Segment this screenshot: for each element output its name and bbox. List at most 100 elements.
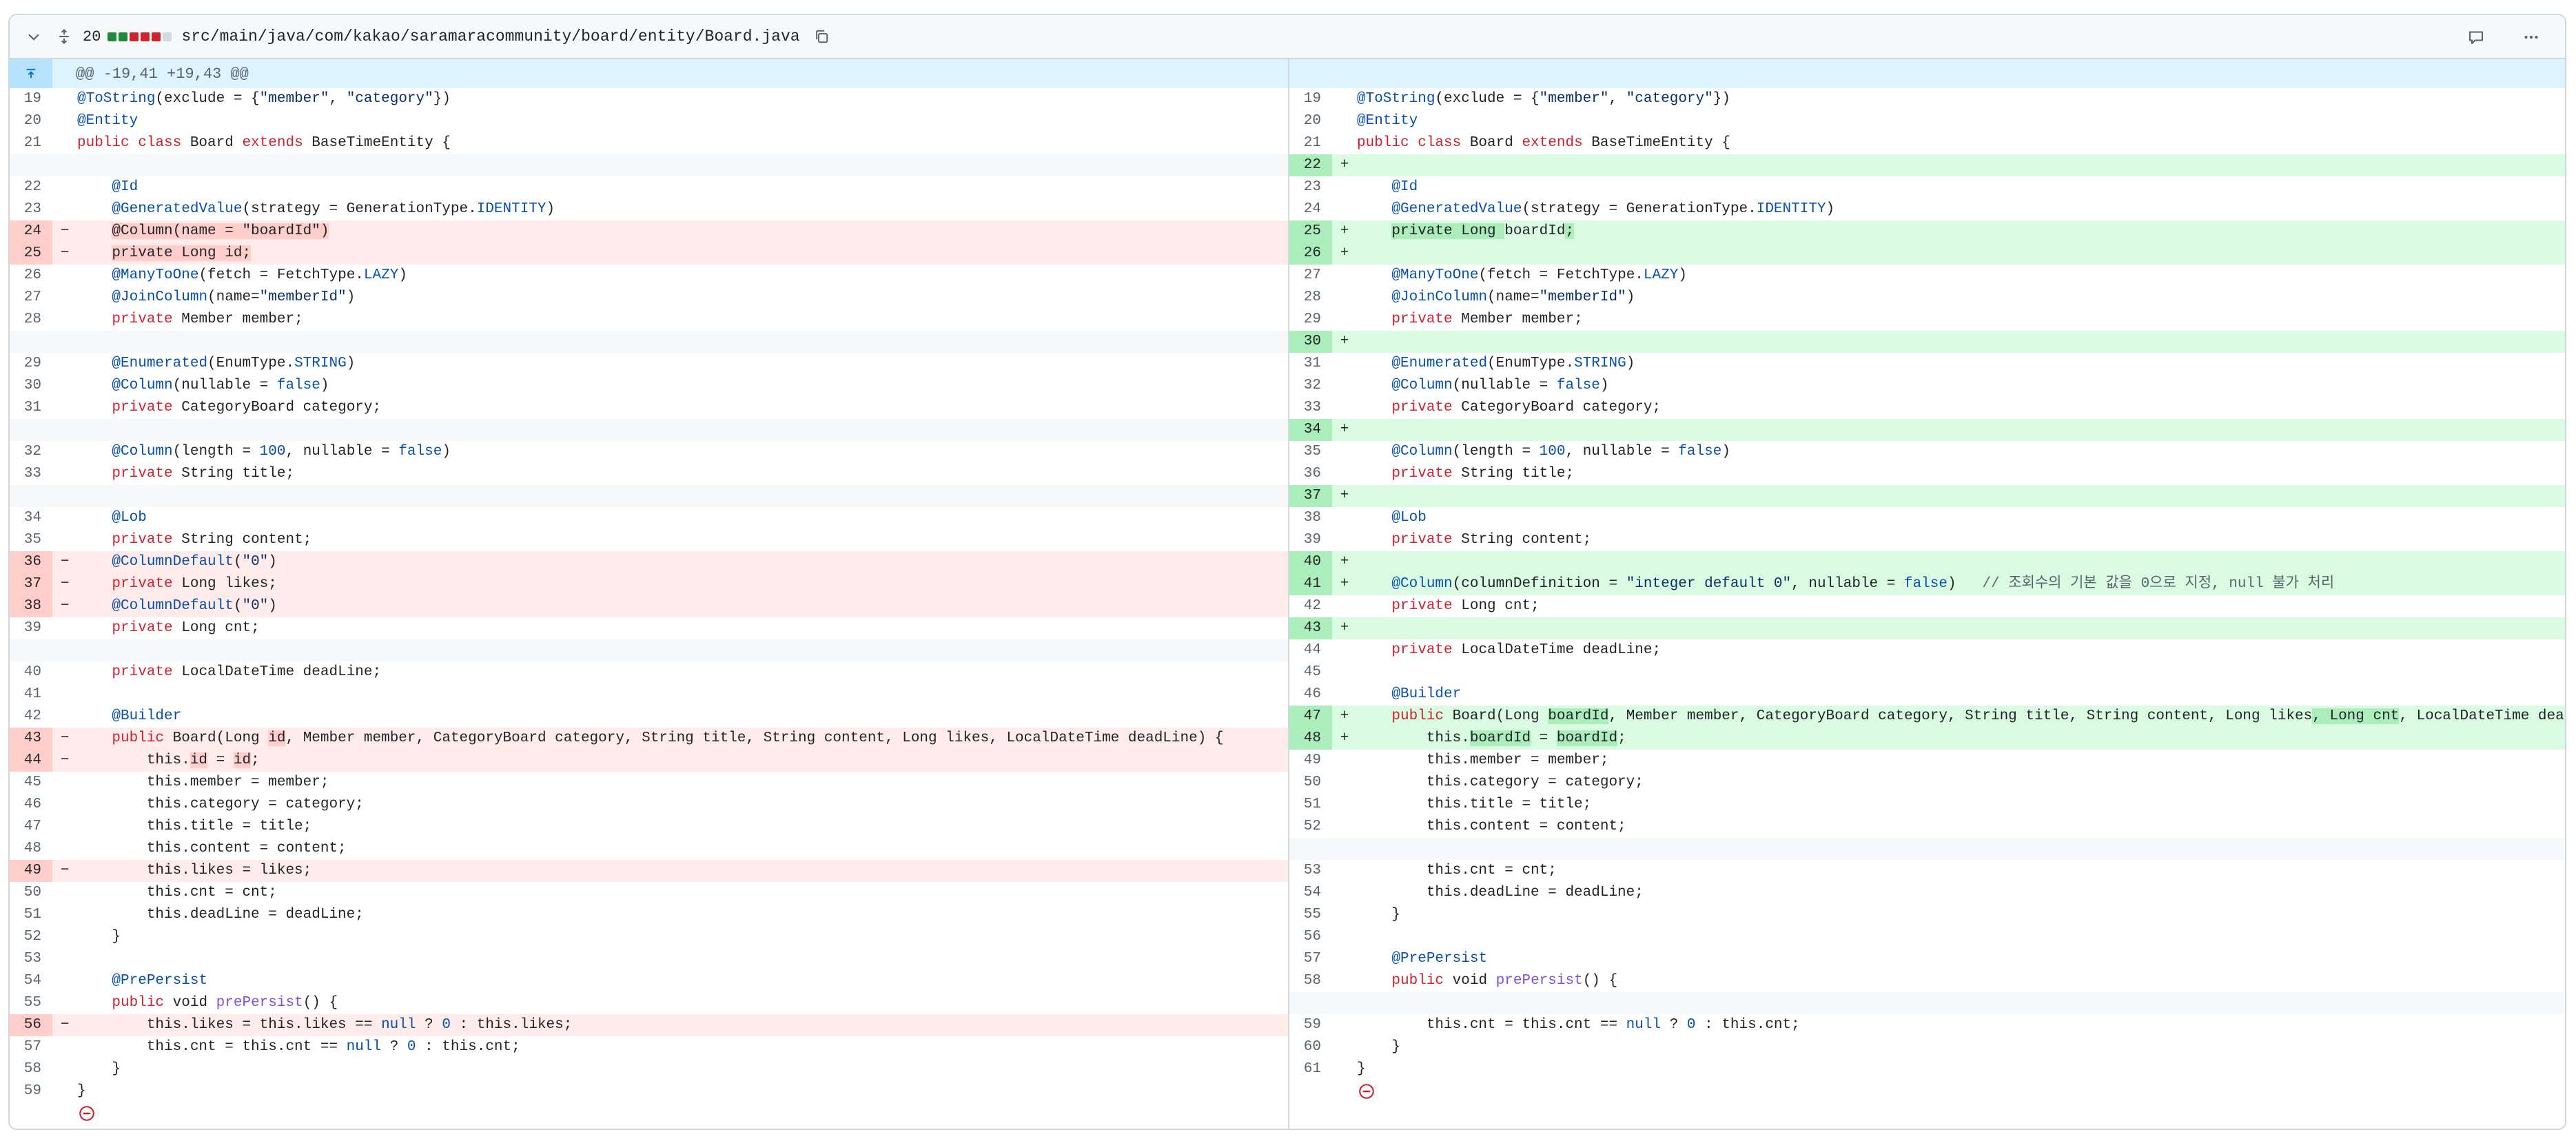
line-number[interactable]: 29 [1289,309,1332,331]
line-number[interactable]: 51 [1289,794,1332,816]
line-number[interactable]: 29 [10,353,52,375]
line-number[interactable]: 53 [10,948,52,970]
line-number[interactable]: 35 [10,529,52,551]
line-number[interactable]: 54 [10,970,52,992]
line-number[interactable] [10,485,52,507]
line-number[interactable]: 26 [10,265,52,287]
line-number[interactable]: 40 [1289,551,1332,573]
line-number[interactable]: 51 [10,904,52,926]
line-number[interactable]: 52 [10,926,52,948]
line-number[interactable]: 56 [10,1014,52,1036]
line-number[interactable]: 20 [10,110,52,132]
line-number[interactable]: 23 [10,198,52,220]
line-number[interactable]: 19 [1289,88,1332,110]
line-number[interactable]: 19 [10,88,52,110]
line-number[interactable]: 44 [10,750,52,772]
line-number[interactable] [10,419,52,441]
unfold-icon[interactable] [52,25,76,48]
file-path[interactable]: src/main/java/com/kakao/saramaracommunit… [181,28,799,45]
line-number[interactable]: 59 [10,1080,52,1102]
line-number[interactable]: 37 [10,573,52,595]
line-number[interactable]: 37 [1289,485,1332,507]
line-number[interactable]: 38 [1289,507,1332,529]
line-number[interactable] [1289,992,1332,1014]
line-number[interactable] [10,331,52,353]
line-number[interactable]: 38 [10,595,52,617]
chevron-down-icon[interactable] [22,25,45,48]
expand-up-icon[interactable] [10,59,52,88]
copy-icon[interactable] [810,25,833,48]
line-number[interactable]: 50 [1289,772,1332,794]
line-number[interactable]: 25 [10,243,52,265]
line-number[interactable]: 21 [10,132,52,154]
line-number[interactable]: 58 [1289,970,1332,992]
line-number[interactable]: 60 [1289,1036,1332,1058]
line-number[interactable]: 54 [1289,882,1332,904]
line-number[interactable]: 32 [1289,375,1332,397]
line-number[interactable]: 42 [1289,595,1332,617]
line-number[interactable]: 22 [10,176,52,198]
line-number[interactable]: 58 [10,1058,52,1080]
line-number[interactable]: 48 [1289,728,1332,750]
line-number[interactable]: 35 [1289,441,1332,463]
line-number[interactable]: 55 [1289,904,1332,926]
line-number[interactable]: 50 [10,882,52,904]
line-number[interactable]: 59 [1289,1014,1332,1036]
line-number[interactable]: 30 [10,375,52,397]
line-number[interactable]: 34 [10,507,52,529]
kebab-horizontal-icon[interactable] [2519,25,2543,49]
line-number[interactable]: 53 [1289,860,1332,882]
line-number[interactable]: 28 [10,309,52,331]
line-number[interactable]: 22 [1289,154,1332,176]
line-number[interactable]: 30 [1289,331,1332,353]
line-number[interactable]: 48 [10,838,52,860]
line-number[interactable]: 43 [10,728,52,750]
line-number[interactable]: 46 [1289,683,1332,706]
line-number[interactable]: 49 [10,860,52,882]
line-number[interactable]: 23 [1289,176,1332,198]
line-number[interactable] [10,154,52,176]
code-token: , Long cnt [2312,708,2400,724]
line-number[interactable]: 47 [1289,706,1332,728]
line-number[interactable]: 41 [1289,573,1332,595]
line-number[interactable]: 56 [1289,926,1332,948]
line-number[interactable]: 40 [10,661,52,683]
line-number[interactable]: 31 [10,397,52,419]
line-number[interactable]: 57 [10,1036,52,1058]
line-number[interactable]: 43 [1289,617,1332,639]
line-number[interactable]: 46 [10,794,52,816]
line-number[interactable]: 26 [1289,243,1332,265]
line-number[interactable] [10,639,52,661]
line-number[interactable]: 31 [1289,353,1332,375]
line-number[interactable]: 20 [1289,110,1332,132]
line-number[interactable]: 33 [1289,397,1332,419]
line-number[interactable]: 57 [1289,948,1332,970]
line-number[interactable]: 41 [10,683,52,706]
line-number[interactable]: 45 [1289,661,1332,683]
line-number[interactable]: 27 [10,287,52,309]
context-line: 46 @Builder [1289,683,2565,706]
line-number[interactable]: 25 [1289,220,1332,243]
comment-icon[interactable] [2464,25,2488,49]
line-number[interactable]: 49 [1289,750,1332,772]
line-number[interactable]: 36 [1289,463,1332,485]
line-number[interactable]: 52 [1289,816,1332,838]
line-number[interactable]: 36 [10,551,52,573]
line-number[interactable]: 39 [10,617,52,639]
line-number[interactable]: 61 [1289,1058,1332,1080]
line-number[interactable]: 32 [10,441,52,463]
line-number[interactable]: 33 [10,463,52,485]
line-number[interactable]: 34 [1289,419,1332,441]
line-number[interactable]: 44 [1289,639,1332,661]
line-number[interactable]: 21 [1289,132,1332,154]
line-number[interactable]: 55 [10,992,52,1014]
line-number[interactable]: 39 [1289,529,1332,551]
line-number[interactable]: 27 [1289,265,1332,287]
line-number[interactable]: 28 [1289,287,1332,309]
line-number[interactable]: 42 [10,706,52,728]
line-number[interactable]: 24 [1289,198,1332,220]
line-number[interactable]: 45 [10,772,52,794]
line-number[interactable] [1289,838,1332,860]
line-number[interactable]: 47 [10,816,52,838]
line-number[interactable]: 24 [10,220,52,243]
